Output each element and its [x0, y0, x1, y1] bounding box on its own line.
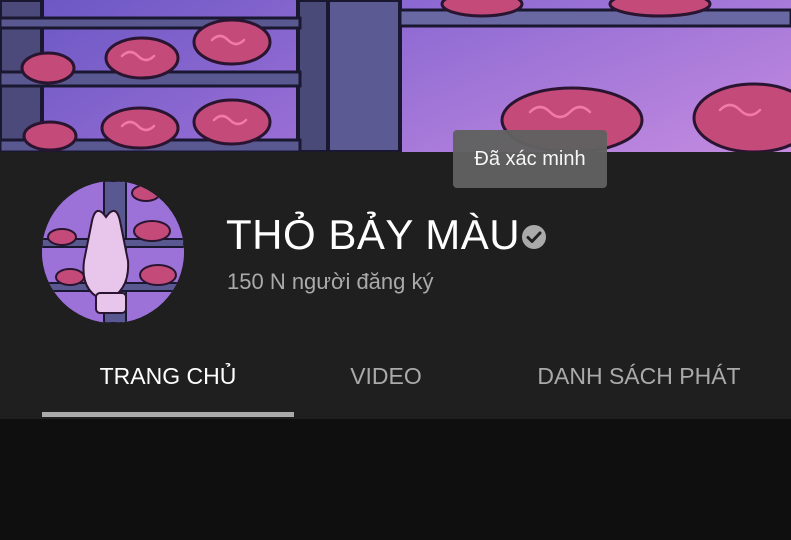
check-circle-icon[interactable]: [521, 224, 547, 250]
tab-home[interactable]: TRANG CHỦ: [42, 340, 294, 412]
channel-tabs: TRANG CHỦ VIDEO DANH SÁCH PHÁT: [0, 340, 791, 419]
tab-video[interactable]: VIDEO: [294, 340, 478, 412]
channel-avatar[interactable]: [42, 181, 184, 323]
verified-tooltip: Đã xác minh: [453, 130, 607, 188]
page-content: [0, 419, 791, 540]
banner-artwork: [0, 0, 791, 152]
channel-name: THỎ BẢY MÀU: [226, 211, 521, 258]
channel-banner: [0, 0, 791, 152]
tab-playlists[interactable]: DANH SÁCH PHÁT: [510, 340, 768, 412]
active-tab-indicator: [42, 412, 294, 417]
subscriber-count: 150 N người đăng ký: [227, 269, 434, 294]
avatar-image: [42, 181, 184, 323]
